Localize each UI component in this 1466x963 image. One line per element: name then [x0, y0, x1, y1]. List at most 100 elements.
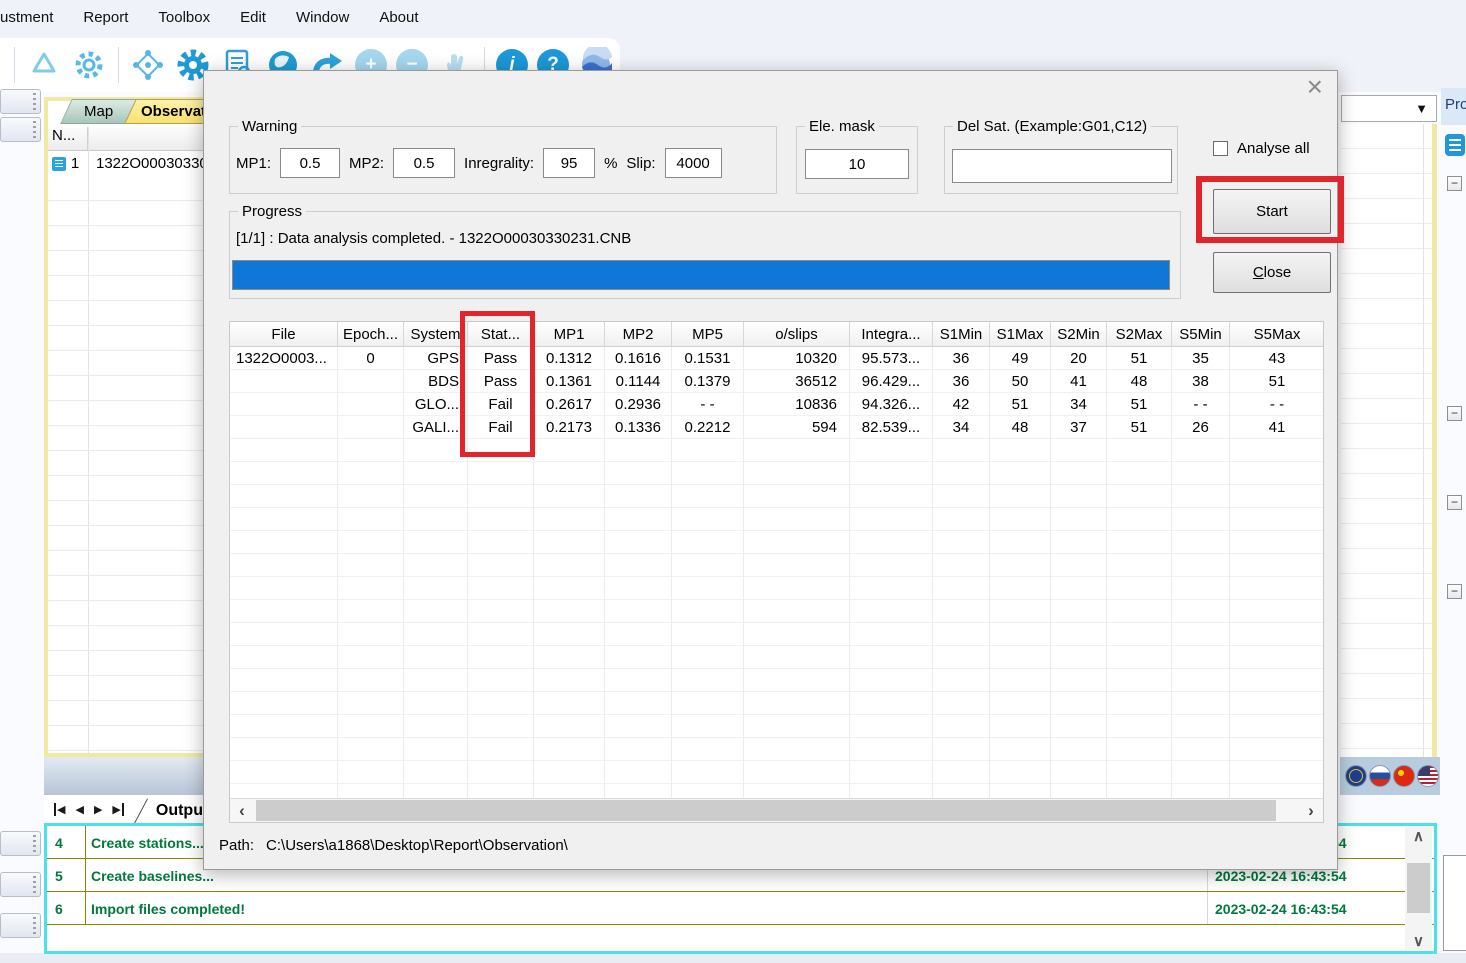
del-sat-input[interactable] — [952, 149, 1172, 183]
last-record-icon[interactable]: ▶ — [112, 803, 123, 816]
results-table-row[interactable]: GALI...Fail0.21730.13360.221259482.539..… — [230, 416, 1323, 439]
scroll-left-icon[interactable]: ‹ — [230, 799, 254, 822]
column-header-num[interactable]: N... — [48, 127, 88, 150]
scrollbar-thumb[interactable] — [256, 800, 1276, 821]
results-column-header[interactable]: S5Max — [1230, 322, 1324, 346]
results-table-cell: 51 — [1107, 416, 1172, 439]
chevron-down-icon: ▼ — [1415, 101, 1428, 116]
collapsed-panel-handle[interactable] — [0, 872, 41, 897]
progress-bar — [232, 260, 1170, 290]
collapsed-panel-handle[interactable] — [0, 831, 41, 856]
collapsed-panel-handle[interactable] — [0, 913, 41, 938]
menu-item-report[interactable]: Report — [83, 9, 128, 26]
next-record-icon[interactable]: ▶ — [94, 803, 102, 816]
results-table-empty-row — [230, 761, 1323, 784]
results-table-cell: 48 — [990, 416, 1051, 439]
results-table-cell: 0.2617 — [534, 393, 605, 416]
results-table-row[interactable]: GLO...Fail0.26170.2936- -1083694.326...4… — [230, 393, 1323, 416]
log-divider — [85, 826, 86, 858]
mp2-input[interactable] — [393, 148, 455, 178]
language-flags-bar — [1340, 757, 1440, 795]
results-column-header[interactable]: o/slips — [744, 322, 850, 346]
analyse-all-checkbox[interactable] — [1213, 141, 1228, 156]
results-column-header[interactable]: S1Max — [990, 322, 1051, 346]
flag-eu-icon[interactable] — [1345, 765, 1367, 787]
results-table-cell — [338, 370, 404, 393]
ele-mask-group-title: Ele. mask — [805, 118, 879, 135]
results-table-cell: 0 — [338, 347, 404, 370]
menu-item-window[interactable]: Window — [296, 9, 349, 26]
results-horizontal-scrollbar[interactable]: ‹ › — [230, 798, 1323, 822]
tree-collapse-icon[interactable]: − — [1447, 495, 1462, 510]
close-button[interactable]: Close — [1213, 252, 1331, 293]
menu-item-edit[interactable]: Edit — [240, 9, 266, 26]
results-table-cell: 594 — [744, 416, 850, 439]
progress-bar-fill — [233, 261, 1169, 289]
results-column-header[interactable]: S1Min — [933, 322, 990, 346]
tree-collapse-icon[interactable]: − — [1447, 176, 1462, 191]
log-row-text: Create stations... — [91, 835, 204, 851]
menu-item-toolbox[interactable]: Toolbox — [158, 9, 210, 26]
log-row-number: 4 — [55, 835, 63, 851]
results-table-cell: 20 — [1051, 347, 1107, 370]
results-column-header[interactable]: Epoch... — [338, 322, 404, 346]
log-vertical-scrollbar[interactable]: ∧ ∨ — [1405, 827, 1432, 950]
flag-usa-icon[interactable] — [1417, 765, 1439, 787]
right-grid-panel — [1341, 124, 1437, 757]
results-table-cell: 38 — [1172, 370, 1230, 393]
scroll-down-icon[interactable]: ∨ — [1413, 932, 1424, 950]
toolbar-divider — [14, 47, 15, 83]
results-column-header[interactable]: MP2 — [605, 322, 672, 346]
settings-gear-icon[interactable] — [71, 47, 107, 83]
menu-item-adjustment[interactable]: ustment — [0, 9, 53, 26]
scroll-right-icon[interactable]: › — [1299, 799, 1323, 822]
results-table-empty-row — [230, 738, 1323, 761]
menu-item-about[interactable]: About — [379, 9, 418, 26]
results-table-cell: 1322O0003... — [230, 347, 338, 370]
right-dropdown[interactable]: ▼ — [1341, 95, 1437, 122]
tree-collapse-icon[interactable]: − — [1447, 584, 1462, 599]
collapsed-panel-handle[interactable] — [0, 89, 41, 114]
path-label: Path: — [219, 837, 254, 854]
file-list-icon — [52, 157, 66, 171]
results-table-row[interactable]: 1322O0003...0GPSPass0.13120.16160.153110… — [230, 347, 1323, 370]
network-nodes-icon[interactable] — [130, 47, 166, 83]
drag-grip-icon — [33, 876, 36, 894]
results-table-empty-row — [230, 508, 1323, 531]
results-table-empty-row — [230, 669, 1323, 692]
inregrality-input[interactable] — [543, 148, 595, 178]
flag-russia-icon[interactable] — [1369, 765, 1391, 787]
prev-record-icon[interactable]: ◀ — [75, 803, 83, 816]
log-row-text: Create baselines... — [91, 868, 214, 884]
project-list-icon[interactable] — [1445, 134, 1465, 156]
mp1-label: MP1: — [236, 155, 271, 172]
scroll-up-icon[interactable]: ∧ — [1413, 827, 1424, 845]
slip-input[interactable] — [665, 148, 722, 178]
results-column-header[interactable]: S5Min — [1172, 322, 1230, 346]
results-column-header[interactable]: MP1 — [534, 322, 605, 346]
log-divider — [85, 892, 86, 924]
recycle-icon[interactable] — [26, 47, 62, 83]
results-table-cell: 0.1144 — [605, 370, 672, 393]
results-table-cell: GPS — [404, 347, 468, 370]
results-column-header[interactable]: S2Min — [1051, 322, 1107, 346]
results-column-header[interactable]: File — [230, 322, 338, 346]
mp1-input[interactable] — [280, 148, 340, 178]
ele-mask-input[interactable] — [805, 149, 909, 179]
results-column-header[interactable]: Integra... — [850, 322, 933, 346]
collapsed-panel-handle[interactable] — [0, 117, 41, 142]
application-window: ustment Report Toolbox Edit Window About — [0, 0, 1466, 963]
scrollbar-thumb[interactable] — [1407, 863, 1430, 913]
stat-column-highlight-annotation — [460, 311, 535, 457]
results-table-cell: 51 — [990, 393, 1051, 416]
results-table-row[interactable]: BDSPass0.13610.11440.13793651296.429...3… — [230, 370, 1323, 393]
results-column-header[interactable]: S2Max — [1107, 322, 1172, 346]
tree-collapse-icon[interactable]: − — [1447, 406, 1462, 421]
results-table-cell: 0.2212 — [672, 416, 744, 439]
close-icon[interactable]: × — [1307, 73, 1323, 101]
results-column-header[interactable]: MP5 — [672, 322, 744, 346]
log-row: 6Import files completed!2023-02-24 16:43… — [47, 892, 1434, 925]
first-record-icon[interactable]: ◀ — [54, 803, 65, 816]
results-column-header[interactable]: System — [404, 322, 468, 346]
flag-china-icon[interactable] — [1393, 765, 1415, 787]
